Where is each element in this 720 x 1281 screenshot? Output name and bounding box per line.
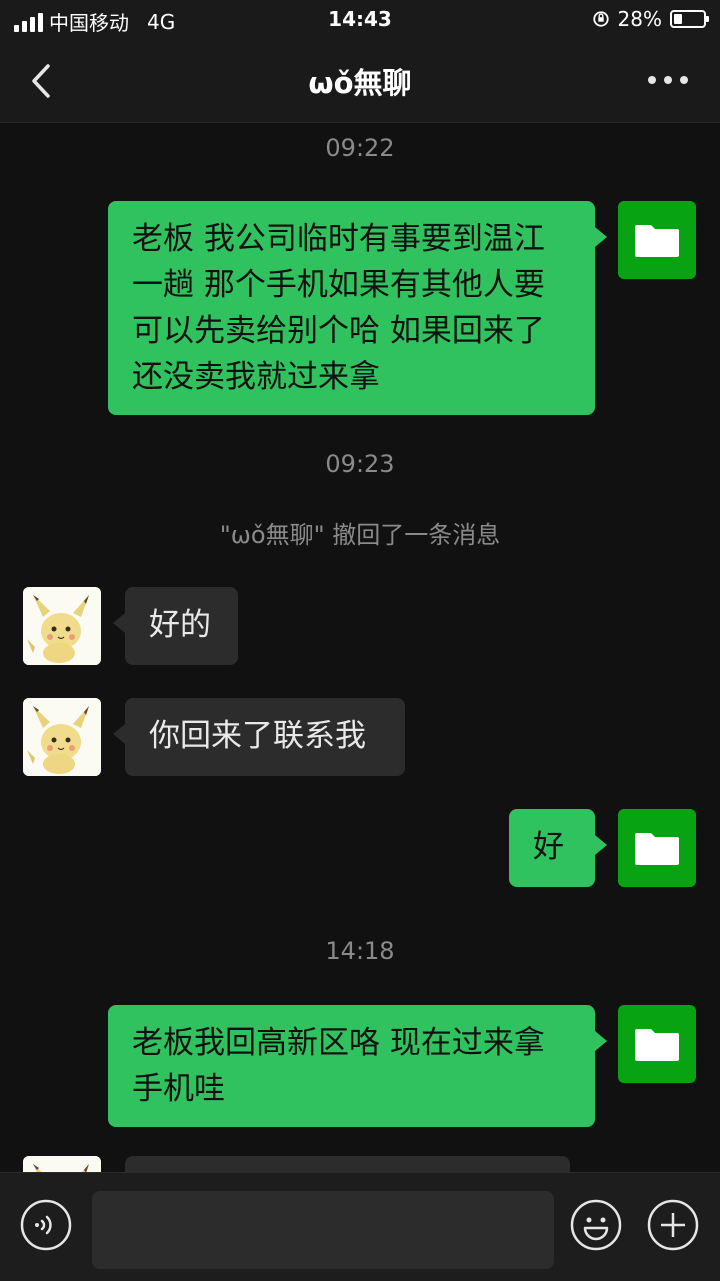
contact-avatar[interactable] bbox=[23, 698, 101, 776]
chat-header: ωǒ無聊 bbox=[0, 40, 720, 123]
self-avatar[interactable] bbox=[618, 809, 696, 887]
message-bubble-other[interactable]: 你回来了联系我 bbox=[113, 698, 405, 776]
rotation-lock-icon bbox=[592, 11, 609, 27]
timestamp: 14:18 bbox=[325, 937, 395, 965]
battery-percent: 28% bbox=[617, 7, 662, 31]
recall-notice: "ωǒ無聊" 撤回了一条消息 bbox=[219, 521, 501, 549]
folder-icon bbox=[635, 833, 679, 865]
status-right: 28% bbox=[592, 7, 709, 31]
self-avatar[interactable] bbox=[618, 201, 696, 279]
message-bubble-self[interactable]: 老板我回高新区咯 现在过来拿手机哇 bbox=[108, 1005, 607, 1127]
voice-icon[interactable] bbox=[20, 1199, 72, 1251]
self-avatar[interactable] bbox=[618, 1005, 696, 1083]
message-input[interactable] bbox=[92, 1191, 554, 1269]
contact-avatar[interactable] bbox=[23, 1156, 101, 1172]
contact-avatar[interactable] bbox=[23, 587, 101, 665]
battery-icon bbox=[670, 10, 709, 28]
timestamp: 09:22 bbox=[325, 134, 395, 162]
folder-icon bbox=[635, 225, 679, 257]
chat-title: ωǒ無聊 bbox=[308, 66, 412, 100]
emoji-icon[interactable] bbox=[570, 1199, 622, 1251]
message-list[interactable]: 09:22 老板 我公司临时有事要到温江一趟 那个手机如果有其他人要可以先卖给别… bbox=[0, 122, 720, 1172]
pikachu-avatar bbox=[23, 698, 101, 776]
message-bubble-other[interactable] bbox=[125, 1156, 570, 1172]
input-bar bbox=[0, 1172, 720, 1281]
folder-icon bbox=[635, 1029, 679, 1061]
message-bubble-self[interactable]: 老板 我公司临时有事要到温江一趟 那个手机如果有其他人要可以先卖给别个哈 如果回… bbox=[108, 201, 607, 415]
message-bubble-other[interactable]: 好的 bbox=[113, 587, 238, 665]
pikachu-avatar bbox=[23, 1156, 101, 1172]
status-bar: 中国移动 4G 14:43 28% bbox=[0, 0, 720, 40]
pikachu-avatar bbox=[23, 587, 101, 665]
plus-icon[interactable] bbox=[647, 1199, 699, 1251]
message-bubble-self[interactable]: 好 bbox=[509, 809, 607, 887]
more-icon[interactable] bbox=[646, 70, 690, 90]
timestamp: 09:23 bbox=[325, 450, 395, 478]
